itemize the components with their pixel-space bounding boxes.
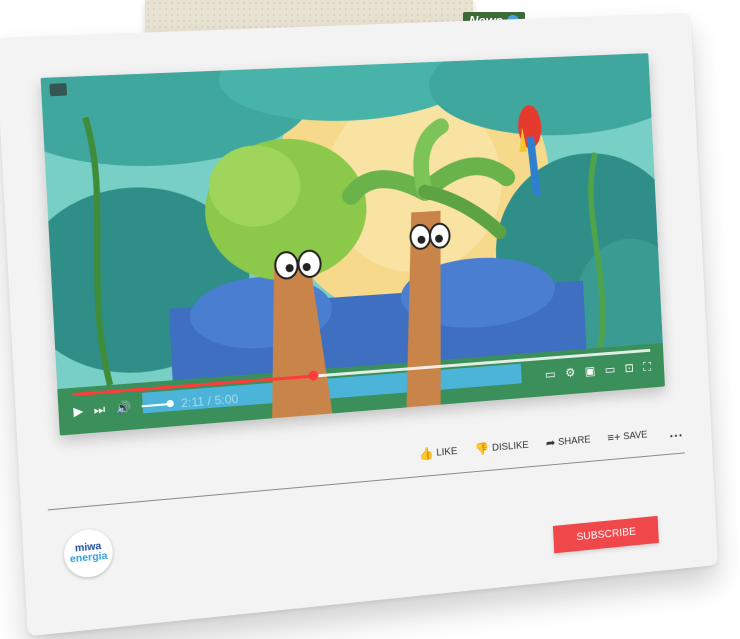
share-button[interactable]: ➦ SHARE	[545, 433, 591, 451]
miniplayer-icon[interactable]: ▣	[584, 362, 596, 380]
save-label: SAVE	[623, 429, 648, 442]
theater-icon[interactable]: ▭	[604, 360, 615, 378]
thumbs-down-icon: 👎	[474, 441, 490, 457]
share-label: SHARE	[557, 433, 591, 448]
next-icon[interactable]: ⏭	[93, 400, 105, 419]
like-button[interactable]: 👍 LIKE	[418, 444, 457, 461]
thumbs-up-icon: 👍	[418, 446, 434, 462]
camera-icon[interactable]	[49, 83, 68, 97]
dislike-button[interactable]: 👎 DISLIKE	[474, 438, 529, 456]
stage: ▶ ⏭ 🔊 2:11 / 5:00 ▭ ⚙ ▣ ▭ ⊡ ⛶ 👍 LIKE 👎 D…	[0, 0, 740, 639]
volume-icon[interactable]: 🔊	[115, 398, 132, 418]
more-button[interactable]: ...	[669, 424, 683, 441]
like-label: LIKE	[436, 445, 458, 459]
subscribe-button[interactable]: SUBSCRIBE	[552, 515, 659, 554]
play-icon[interactable]: ▶	[73, 402, 84, 421]
volume-slider[interactable]	[141, 402, 171, 408]
gear-icon[interactable]: ⚙	[565, 363, 576, 381]
cast-icon[interactable]: ⊡	[624, 359, 634, 377]
share-icon: ➦	[545, 435, 556, 451]
captions-icon[interactable]: ▭	[544, 365, 556, 383]
divider	[47, 452, 685, 511]
save-button[interactable]: ≡+ SAVE	[607, 428, 648, 445]
video-panel: ▶ ⏭ 🔊 2:11 / 5:00 ▭ ⚙ ▣ ▭ ⊡ ⛶ 👍 LIKE 👎 D…	[0, 12, 719, 637]
logo-line2: energia	[69, 550, 108, 566]
dislike-label: DISLIKE	[491, 439, 529, 454]
fullscreen-icon[interactable]: ⛶	[643, 358, 652, 376]
save-icon: ≡+	[607, 429, 621, 445]
channel-avatar[interactable]: miwa energia	[62, 527, 114, 580]
video-player[interactable]: ▶ ⏭ 🔊 2:11 / 5:00 ▭ ⚙ ▣ ▭ ⊡ ⛶	[40, 53, 665, 436]
